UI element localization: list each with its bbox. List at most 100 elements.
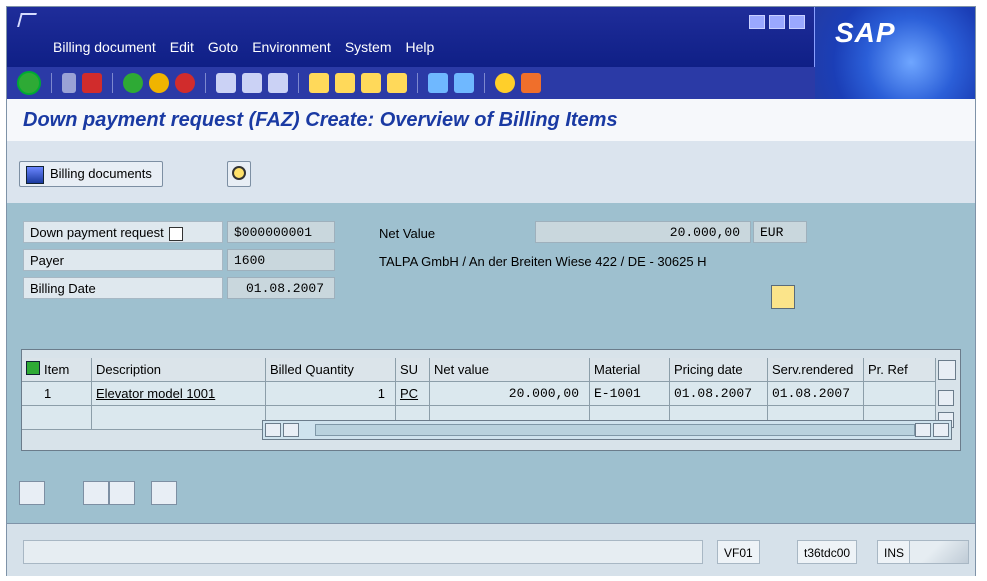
command-field-icon[interactable] — [62, 73, 76, 93]
close-button[interactable] — [789, 15, 805, 29]
status-diagonal-icon — [909, 540, 969, 564]
billing-header: Down payment request $000000001 Payer 16… — [7, 203, 975, 335]
col-pricing-date[interactable]: Pricing date — [670, 358, 768, 382]
menu-bar: Billing document Edit Goto Environment S… — [7, 7, 975, 99]
scroll-left-button[interactable] — [265, 423, 281, 437]
col-serv-rendered[interactable]: Serv.rendered — [768, 358, 864, 382]
standard-toolbar — [7, 67, 815, 99]
table-settings-icon[interactable] — [26, 361, 40, 375]
exit-icon[interactable] — [149, 73, 169, 93]
items-table: Item Description Billed Quantity SU Net … — [21, 349, 961, 451]
payer-address: TALPA GmbH / An der Breiten Wiese 422 / … — [379, 254, 707, 269]
billing-documents-label: Billing documents — [50, 166, 152, 181]
page-title: Down payment request (FAZ) Create: Overv… — [23, 109, 618, 131]
enter-icon[interactable] — [17, 71, 41, 95]
column-config-icon[interactable] — [938, 360, 956, 380]
application-toolbar: Billing documents — [7, 141, 975, 204]
sap-logo-text: SAP — [835, 17, 896, 48]
conditions-icon[interactable] — [151, 481, 177, 505]
server-name: t36tdc00 — [797, 540, 858, 564]
cell-serv-rendered[interactable]: 01.08.2007 — [768, 382, 864, 406]
scrollbar-thumb[interactable] — [315, 424, 915, 436]
maximize-button[interactable] — [769, 15, 785, 29]
billing-documents-icon — [26, 166, 44, 184]
status-message — [23, 540, 703, 564]
col-pr-ref[interactable]: Pr. Ref — [864, 358, 936, 382]
payer-label: Payer — [23, 249, 223, 271]
shortcut-icon[interactable] — [454, 73, 474, 93]
col-billed-quantity[interactable]: Billed Quantity — [266, 358, 396, 382]
col-net-value[interactable]: Net value — [430, 358, 590, 382]
doc-number: $000000001 — [227, 221, 335, 243]
toolbar-separator — [417, 73, 418, 93]
scroll-left-button[interactable] — [915, 423, 931, 437]
sap-logo: SAP — [814, 7, 975, 99]
status-bar: VF01 t36tdc00 INS — [7, 523, 975, 576]
currency: EUR — [753, 221, 807, 243]
cell-material[interactable]: E-1001 — [590, 382, 670, 406]
new-session-icon[interactable] — [428, 73, 448, 93]
window-buttons — [749, 15, 805, 29]
net-value-label: Net Value — [379, 226, 436, 241]
cell-pricing-date[interactable]: 01.08.2007 — [670, 382, 768, 406]
menu-items: Billing document Edit Goto Environment S… — [53, 39, 434, 55]
first-page-icon[interactable] — [309, 73, 329, 93]
menu-environment[interactable]: Environment — [252, 39, 331, 55]
conditions-icon — [232, 166, 246, 180]
cell-item[interactable]: 1 — [22, 382, 92, 406]
insert-mode[interactable]: INS — [877, 540, 912, 564]
horizontal-scrollbar[interactable] — [262, 420, 952, 440]
items-area: Item Description Billed Quantity SU Net … — [7, 335, 975, 467]
menu-system[interactable]: System — [345, 39, 392, 55]
doc-label: Down payment request — [23, 221, 223, 243]
payer-value: 1600 — [227, 249, 335, 271]
details-icon[interactable] — [19, 481, 45, 505]
save-icon[interactable] — [82, 73, 102, 93]
empty-row[interactable] — [92, 406, 266, 430]
menu-goto[interactable]: Goto — [208, 39, 238, 55]
display-conditions-button[interactable] — [227, 161, 251, 187]
cell-su[interactable]: PC — [396, 382, 430, 406]
transaction-code: VF01 — [717, 540, 760, 564]
col-material[interactable]: Material — [590, 358, 670, 382]
menu-help[interactable]: Help — [406, 39, 435, 55]
toolbar-separator — [298, 73, 299, 93]
empty-row[interactable] — [22, 406, 92, 430]
system-menu-icon[interactable] — [17, 13, 37, 27]
cell-billed-quantity[interactable]: 1 — [266, 382, 396, 406]
cell-net-value: 20.000,00 — [430, 382, 590, 406]
cell-description[interactable]: Elevator model 1001 — [92, 382, 266, 406]
scroll-up-button[interactable] — [938, 390, 954, 406]
toolbar-separator — [51, 73, 52, 93]
menu-billing-document[interactable]: Billing document — [53, 39, 156, 55]
back-icon[interactable] — [123, 73, 143, 93]
last-page-icon[interactable] — [387, 73, 407, 93]
billing-date-value[interactable]: 01.08.2007 — [227, 277, 335, 299]
col-description[interactable]: Description — [92, 358, 266, 382]
cancel-icon[interactable] — [175, 73, 195, 93]
title-bar: Down payment request (FAZ) Create: Overv… — [7, 99, 975, 142]
cell-pr-ref[interactable] — [864, 382, 936, 406]
find-next-icon[interactable] — [268, 73, 288, 93]
deselect-all-icon[interactable] — [109, 481, 135, 505]
toolbar-separator — [484, 73, 485, 93]
partner-details-icon[interactable] — [771, 285, 795, 309]
toolbar-separator — [112, 73, 113, 93]
help-icon[interactable] — [495, 73, 515, 93]
col-su[interactable]: SU — [396, 358, 430, 382]
find-icon[interactable] — [242, 73, 262, 93]
next-page-icon[interactable] — [361, 73, 381, 93]
toolbar-separator — [205, 73, 206, 93]
lower-actions — [7, 467, 975, 523]
print-icon[interactable] — [216, 73, 236, 93]
layout-menu-icon[interactable] — [521, 73, 541, 93]
scroll-right-button[interactable] — [283, 423, 299, 437]
billing-date-label: Billing Date — [23, 277, 223, 299]
previous-page-icon[interactable] — [335, 73, 355, 93]
billing-documents-button[interactable]: Billing documents — [19, 161, 163, 187]
menu-edit[interactable]: Edit — [170, 39, 194, 55]
select-all-icon[interactable] — [83, 481, 109, 505]
scroll-right-button[interactable] — [933, 423, 949, 437]
doc-type-icon[interactable] — [169, 226, 184, 241]
minimize-button[interactable] — [749, 15, 765, 29]
